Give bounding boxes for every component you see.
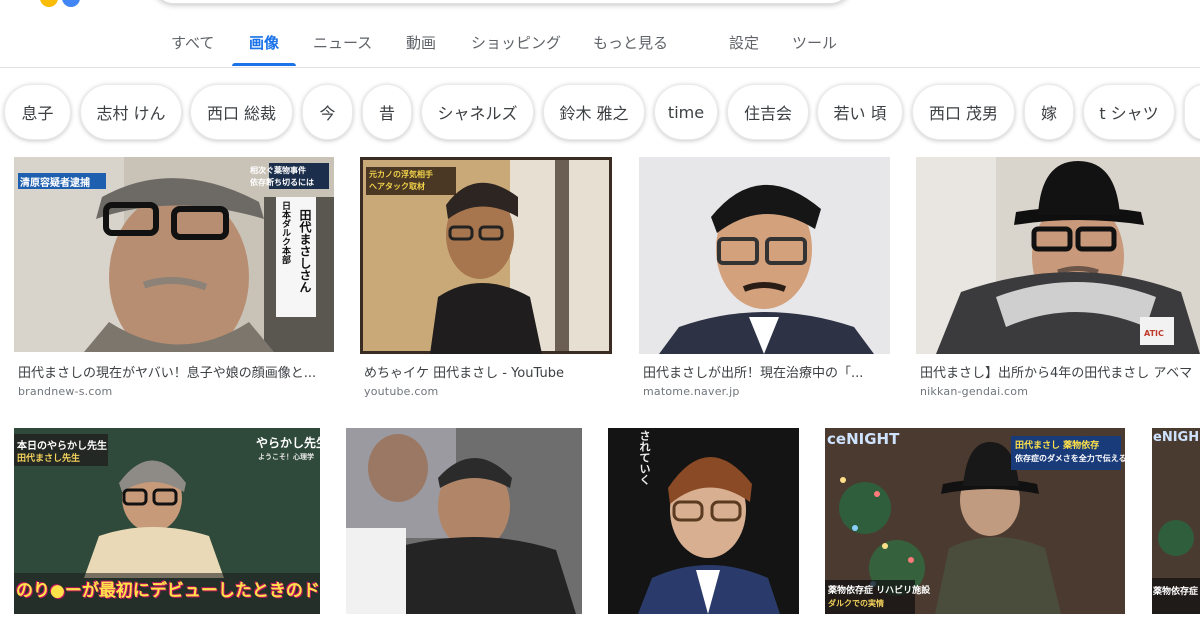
chip-yome[interactable]: 嫁: [1024, 84, 1074, 140]
result-thumbnail[interactable]: 本日のやらかし先生 田代まさし先生 やらかし先生 ようこそ！心理学 のり●ーが最…: [14, 428, 320, 614]
tab-settings[interactable]: 設定: [729, 32, 759, 53]
tv-caption: ダルクでの実情: [828, 599, 884, 608]
google-logo[interactable]: [40, 0, 110, 7]
chip-ima[interactable]: 今: [302, 84, 353, 140]
chip-next-partial[interactable]: [1184, 84, 1200, 140]
image-result[interactable]: 田代まさしが出所！現在治療中の「... matome.naver.jp: [639, 157, 890, 398]
tv-caption: ようこそ！心理学: [258, 453, 314, 461]
tv-caption: 田代まさし先生: [17, 454, 81, 464]
chip-suzuki-masayuki[interactable]: 鈴木 雅之: [543, 84, 645, 140]
vertical-caption: されていく: [638, 430, 651, 485]
result-thumbnail[interactable]: 清原容疑者逮捕 相次ぐ薬物事件 依存断ち切るには 日本ダルク本部 田代まさしさん: [14, 157, 334, 352]
tv-caption: 薬物依存症: [1153, 587, 1199, 597]
image-result[interactable]: eNIGH 薬物依存症: [1152, 428, 1200, 630]
tv-caption: 本日のやらかし先生: [17, 441, 107, 452]
channel-logo: ceNIGHT: [827, 430, 900, 448]
result-title[interactable]: 田代まさし】出所から4年の田代まさし アベマ: [920, 362, 1200, 381]
sticker-text: ATIC: [1144, 329, 1164, 338]
image-result[interactable]: 清原容疑者逮捕 相次ぐ薬物事件 依存断ち切るには 日本ダルク本部 田代まさしさん…: [14, 157, 334, 398]
result-thumbnail[interactable]: [346, 428, 582, 614]
chip-t-shirt[interactable]: t シャツ: [1083, 84, 1175, 140]
chip-nishiguchi-sousai[interactable]: 西口 総裁: [190, 84, 293, 140]
vertical-caption: 日本ダルク本部: [280, 201, 290, 264]
image-result[interactable]: ATIC 田代まさし】出所から4年の田代まさし アベマ nikkan-genda…: [916, 157, 1200, 398]
result-thumbnail[interactable]: [639, 157, 890, 354]
result-thumbnail[interactable]: ATIC: [916, 157, 1200, 354]
image-result[interactable]: されていく: [608, 428, 799, 630]
chip-mukashi[interactable]: 昔: [362, 84, 412, 140]
tab-shopping[interactable]: ショッピング: [471, 32, 561, 53]
news-headline: 依存断ち切るには: [250, 178, 314, 187]
tab-videos[interactable]: 動画: [406, 32, 436, 53]
tab-images[interactable]: 画像: [249, 32, 279, 53]
channel-logo: eNIGH: [1153, 430, 1200, 445]
image-result[interactable]: 本日のやらかし先生 田代まさし先生 やらかし先生 ようこそ！心理学 のり●ーが最…: [14, 428, 320, 630]
chip-shimura-ken[interactable]: 志村 けん: [80, 84, 182, 140]
tab-tools[interactable]: ツール: [792, 32, 837, 53]
chip-time[interactable]: time: [654, 84, 718, 140]
tab-more[interactable]: もっと見る: [593, 32, 668, 53]
tab-news[interactable]: ニュース: [313, 32, 372, 53]
result-thumbnail[interactable]: されていく: [608, 428, 799, 614]
result-source[interactable]: youtube.com: [364, 385, 438, 398]
tv-caption: やらかし先生: [256, 436, 320, 450]
tab-all[interactable]: すべて: [171, 32, 214, 53]
chip-nishiguchi-shigeo[interactable]: 西口 茂男: [912, 84, 1015, 140]
search-tabs: すべて 画像 ニュース 動画 ショッピング もっと見る 設定 ツール: [0, 18, 1200, 68]
search-input[interactable]: [152, 0, 852, 4]
chip-wakai-koro[interactable]: 若い 頃: [817, 84, 903, 140]
search-header: すべて 画像 ニュース 動画 ショッピング もっと見る 設定 ツール: [0, 0, 1200, 68]
result-title[interactable]: 田代まさしが出所！現在治療中の「...: [643, 362, 889, 381]
active-tab-indicator: [232, 63, 296, 66]
result-thumbnail[interactable]: 元カノの浮気相手 へアタック取材: [360, 157, 612, 354]
tv-caption: 元カノの浮気相手: [369, 170, 433, 179]
result-source[interactable]: nikkan-gendai.com: [920, 385, 1028, 398]
tv-caption: 薬物依存症 リハビリ施設: [828, 586, 931, 596]
news-headline: 相次ぐ薬物事件: [250, 166, 306, 175]
related-search-chips: 息子 志村 けん 西口 総裁 今 昔 シャネルズ 鈴木 雅之 time 住吉会 …: [0, 84, 1200, 140]
tv-subtitle: のり●ーが最初にデビューしたときのドッキリで: [16, 581, 320, 601]
result-thumbnail[interactable]: ceNIGHT 田代まさし 薬物依存 依存症のダメさを全力で伝える 薬物依存症 …: [825, 428, 1125, 614]
chip-sumiyoshikai[interactable]: 住吉会: [727, 84, 809, 140]
vertical-caption: 田代まさしさん: [298, 209, 312, 293]
result-thumbnail[interactable]: eNIGH 薬物依存症: [1152, 428, 1200, 614]
result-title[interactable]: めちゃイケ 田代まさし - YouTube: [364, 362, 612, 381]
result-title[interactable]: 田代まさしの現在がヤバい！息子や娘の顔画像と...: [18, 362, 332, 381]
result-source[interactable]: matome.naver.jp: [643, 385, 740, 398]
result-source[interactable]: brandnew-s.com: [18, 385, 112, 398]
image-result[interactable]: [346, 428, 582, 630]
image-result[interactable]: ceNIGHT 田代まさし 薬物依存 依存症のダメさを全力で伝える 薬物依存症 …: [825, 428, 1125, 630]
chip-chanels[interactable]: シャネルズ: [421, 84, 534, 140]
chip-musuko[interactable]: 息子: [4, 84, 71, 140]
tv-caption: へアタック取材: [369, 182, 425, 191]
image-result[interactable]: 元カノの浮気相手 へアタック取材 めちゃイケ 田代まさし - YouTube y…: [360, 157, 612, 398]
tv-caption: 依存症のダメさを全力で伝える: [1015, 454, 1125, 463]
news-badge: 清原容疑者逮捕: [20, 178, 90, 189]
tv-caption: 田代まさし 薬物依存: [1015, 441, 1100, 451]
